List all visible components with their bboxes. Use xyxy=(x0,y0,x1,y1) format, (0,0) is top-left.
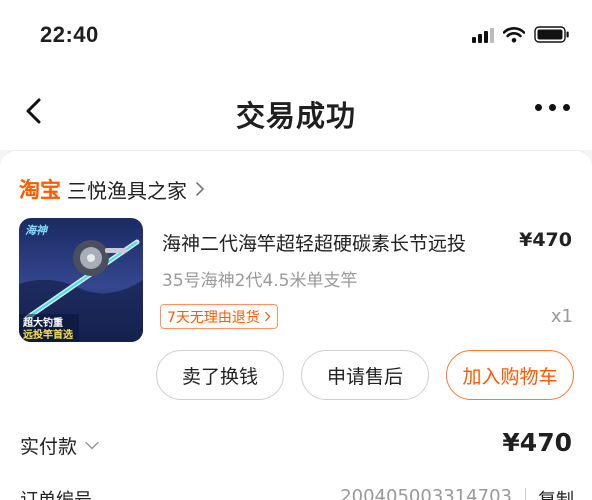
chevron-down-icon xyxy=(85,441,99,450)
shop-header[interactable]: 淘宝 三悦渔具之家 xyxy=(19,174,205,204)
shop-name: 三悦渔具之家 xyxy=(67,178,187,203)
product-title[interactable]: 海神二代海竿超轻超硬碳素长节远投 xyxy=(162,229,466,256)
chevron-right-icon xyxy=(196,182,205,196)
taobao-logo: 淘宝 xyxy=(19,178,61,202)
product-image-line2: 远投竿首选 xyxy=(23,328,73,341)
more-options-icon[interactable] xyxy=(535,104,570,111)
payment-amount: ¥470 xyxy=(502,428,572,457)
copy-button[interactable]: 复制 xyxy=(538,486,574,500)
page-title: 交易成功 xyxy=(235,99,356,133)
signal-icon xyxy=(472,27,494,43)
product-image[interactable]: 超大钓重 远投竿首选 海神 xyxy=(19,218,143,342)
status-time: 22:40 xyxy=(40,22,99,47)
return-policy-label: 7天无理由退货 xyxy=(167,309,260,326)
order-number: 200405003314703 xyxy=(340,486,512,500)
wifi-icon xyxy=(503,26,525,43)
divider xyxy=(525,488,526,500)
battery-icon xyxy=(534,26,569,43)
sell-button[interactable]: 卖了换钱 xyxy=(156,350,284,400)
product-sku: 35号海神2代4.5米单支竿 xyxy=(162,271,358,291)
add-to-cart-button[interactable]: 加入购物车 xyxy=(446,350,574,400)
product-price: ¥470 xyxy=(519,229,572,251)
after-sale-button[interactable]: 申请售后 xyxy=(301,350,429,400)
chevron-right-icon xyxy=(264,311,271,322)
return-policy-tag[interactable]: 7天无理由退货 xyxy=(160,304,278,329)
product-quantity: x1 xyxy=(550,306,573,327)
product-image-line1: 超大钓重 xyxy=(22,316,63,329)
nav-bar: 交易成功 xyxy=(0,72,592,150)
status-bar: 22:40 xyxy=(0,0,592,72)
payment-label: 实付款 xyxy=(20,436,78,458)
payment-label-row[interactable]: 实付款 xyxy=(20,432,99,459)
order-number-label: 订单编号 xyxy=(20,486,92,500)
system-icons xyxy=(472,26,570,43)
product-image-logo: 海神 xyxy=(25,224,49,237)
